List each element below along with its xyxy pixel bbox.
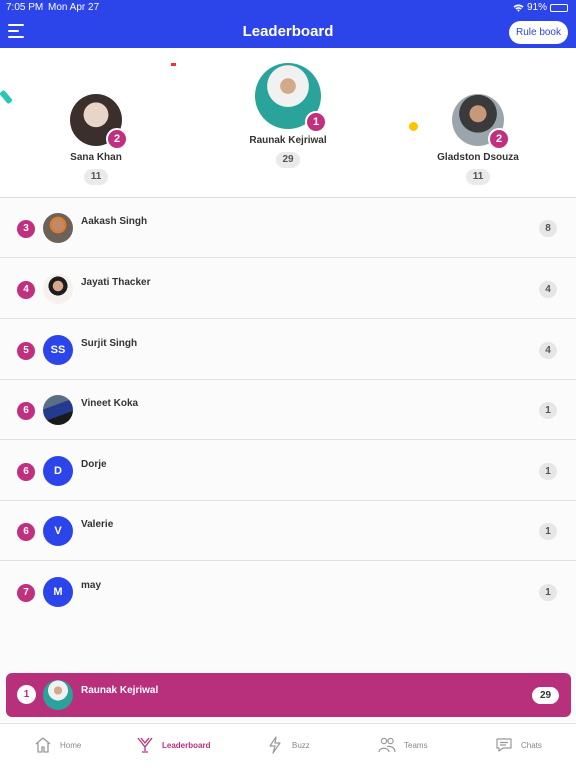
- rank-badge: 1: [305, 111, 327, 133]
- rank-badge: 3: [17, 220, 35, 238]
- rank-badge: 2: [106, 128, 128, 150]
- list-item[interactable]: 5 SS Surjit Singh 4: [0, 320, 576, 380]
- confetti-decoration: [171, 63, 176, 66]
- current-user-rank-bar[interactable]: 1 Raunak Kejriwal 29: [6, 673, 571, 717]
- avatar: [43, 395, 73, 425]
- list-item[interactable]: 6 V Valerie 1: [0, 501, 576, 561]
- avatar-initials: D: [43, 456, 73, 486]
- points-badge: 1: [539, 523, 557, 540]
- tab-label: Teams: [404, 740, 428, 750]
- tab-leaderboard[interactable]: Leaderboard: [136, 736, 210, 754]
- points-badge: 29: [532, 687, 559, 704]
- avatar: 2: [70, 94, 128, 150]
- tab-label: Leaderboard: [162, 740, 211, 750]
- points-badge: 8: [539, 220, 557, 237]
- tab-label: Home: [60, 740, 82, 750]
- bottom-tab-bar: Home Leaderboard Buzz Teams Chats: [0, 723, 576, 768]
- player-name: Valerie: [81, 519, 114, 530]
- teams-icon: [378, 737, 396, 753]
- tab-label: Chats: [521, 740, 542, 750]
- avatar: [43, 274, 73, 304]
- list-item[interactable]: 4 Jayati Thacker 4: [0, 259, 576, 319]
- top-three-podium: 2 Sana Khan 11 1 Raunak Kejriwal 29 2 Gl…: [0, 48, 576, 198]
- podium-second-left[interactable]: 2 Sana Khan 11: [58, 94, 134, 185]
- player-name: Vineet Koka: [81, 398, 139, 409]
- player-name: Raunak Kejriwal: [81, 685, 159, 696]
- points-badge: 4: [539, 281, 557, 298]
- status-date: Mon Apr 27: [48, 2, 100, 13]
- tab-buzz[interactable]: Buzz: [266, 736, 310, 754]
- player-name: Gladston Dsouza: [437, 152, 519, 163]
- rank-badge: 6: [17, 523, 35, 541]
- battery-percent: 91%: [526, 2, 547, 13]
- app-header: 7:05 PM Mon Apr 27 91% Leaderboard Rule …: [0, 0, 576, 48]
- player-name: Surjit Singh: [81, 338, 138, 349]
- avatar: 2: [452, 94, 510, 150]
- avatar: [43, 213, 73, 243]
- leaderboard-icon: [137, 737, 153, 753]
- tab-chats[interactable]: Chats: [495, 736, 542, 754]
- points-badge: 11: [84, 169, 108, 185]
- rank-badge: 6: [17, 402, 35, 420]
- points-badge: 1: [539, 584, 557, 601]
- player-name: may: [81, 580, 102, 591]
- podium-second-right[interactable]: 2 Gladston Dsouza 11: [432, 94, 524, 185]
- points-badge: 1: [539, 402, 557, 419]
- list-item[interactable]: 3 Aakash Singh 8: [0, 198, 576, 258]
- rank-badge: 5: [17, 342, 35, 360]
- rank-badge: 6: [17, 463, 35, 481]
- battery-icon: [550, 3, 568, 12]
- avatar-initials: V: [43, 516, 73, 546]
- player-name: Jayati Thacker: [81, 277, 151, 288]
- player-name: Raunak Kejriwal: [249, 135, 327, 146]
- points-badge: 29: [276, 152, 300, 168]
- tab-teams[interactable]: Teams: [378, 736, 428, 754]
- avatar-initials: SS: [43, 335, 73, 365]
- list-item[interactable]: 6 Vineet Koka 1: [0, 380, 576, 440]
- points-badge: 4: [539, 342, 557, 359]
- player-name: Sana Khan: [70, 152, 122, 163]
- rank-badge: 4: [17, 281, 35, 299]
- confetti-decoration: [409, 122, 418, 131]
- tab-home[interactable]: Home: [34, 736, 81, 754]
- rank-badge: 2: [488, 128, 510, 150]
- rank-badge: 7: [17, 584, 35, 602]
- list-item[interactable]: 6 D Dorje 1: [0, 441, 576, 501]
- status-time: 7:05 PM: [6, 2, 44, 13]
- rank-badge: 1: [17, 685, 36, 704]
- chat-icon: [496, 738, 512, 752]
- avatar: 1: [255, 63, 327, 133]
- avatar: [43, 680, 73, 710]
- status-bar: 7:05 PM Mon Apr 27 91%: [0, 0, 576, 16]
- rule-book-button[interactable]: Rule book: [508, 21, 568, 44]
- page-title: Leaderboard: [242, 23, 334, 40]
- points-badge: 11: [466, 169, 490, 185]
- podium-first[interactable]: 1 Raunak Kejriwal 29: [243, 63, 333, 168]
- status-right: 91%: [513, 2, 568, 13]
- confetti-decoration: [0, 89, 13, 105]
- avatar-initials: M: [43, 577, 73, 607]
- wifi-icon: [513, 3, 524, 12]
- tab-label: Buzz: [292, 740, 310, 750]
- points-badge: 1: [539, 463, 557, 480]
- list-item[interactable]: 7 M may 1: [0, 562, 576, 622]
- bolt-icon: [269, 736, 281, 754]
- player-name: Aakash Singh: [81, 216, 148, 227]
- player-name: Dorje: [81, 459, 107, 470]
- home-icon: [35, 737, 51, 753]
